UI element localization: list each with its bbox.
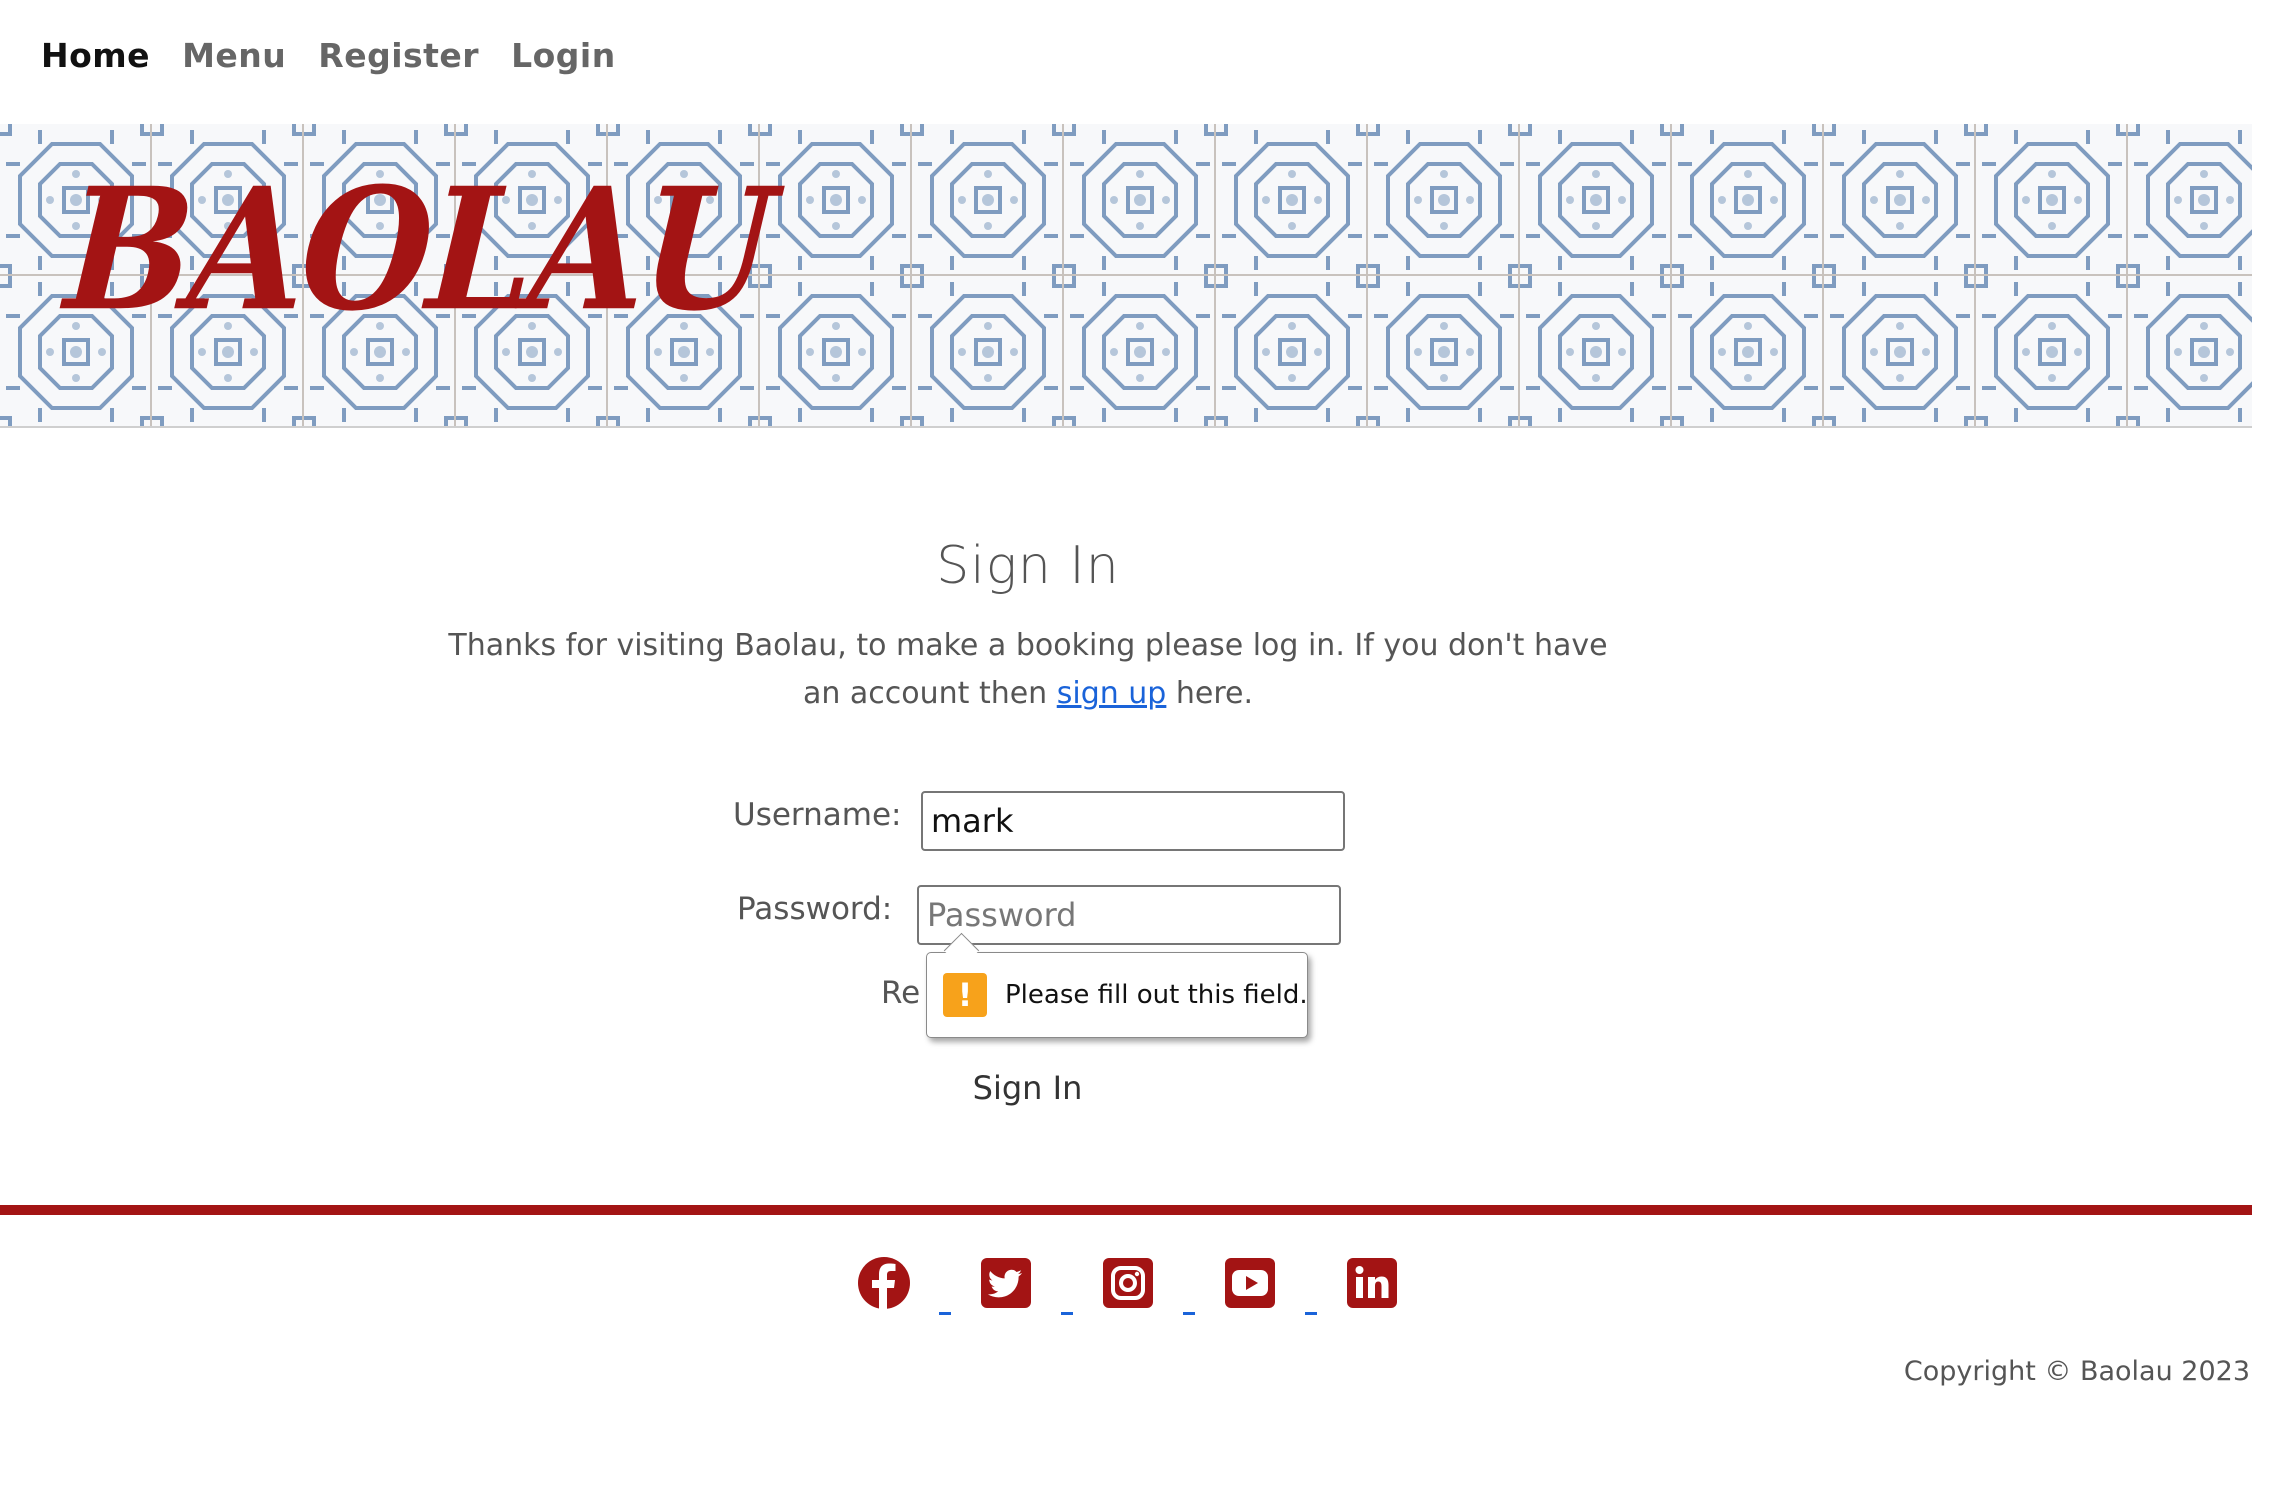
intro-text-after: here. xyxy=(1166,676,1254,711)
username-label: Username: xyxy=(733,797,902,833)
password-input[interactable] xyxy=(917,885,1341,945)
linkedin-icon xyxy=(1347,1258,1397,1308)
nav-register-link[interactable]: Register xyxy=(318,36,479,75)
facebook-link[interactable] xyxy=(856,1255,912,1311)
sign-up-link[interactable]: sign up xyxy=(1057,676,1167,711)
validation-message: Please fill out this field. xyxy=(1005,980,1308,1010)
nav-home-link[interactable]: Home xyxy=(41,36,150,75)
twitter-link[interactable] xyxy=(978,1255,1034,1311)
facebook-icon xyxy=(858,1257,910,1309)
remember-me-label: Re xyxy=(881,975,921,1011)
nav-menu-link[interactable]: Menu xyxy=(182,36,286,75)
nav-login-link[interactable]: Login xyxy=(511,36,616,75)
copyright-text: Copyright © Baolau 2023 xyxy=(1903,1356,2250,1387)
intro-text-before: Thanks for visiting Baolau, to make a bo… xyxy=(448,628,1608,711)
instagram-icon xyxy=(1103,1258,1153,1308)
social-link-spacer xyxy=(1061,1312,1073,1315)
social-link-spacer xyxy=(1183,1312,1195,1315)
youtube-link[interactable] xyxy=(1222,1255,1278,1311)
brand-logo: BAOLAU xyxy=(60,151,776,349)
twitter-icon xyxy=(981,1258,1031,1308)
linkedin-link[interactable] xyxy=(1344,1255,1400,1311)
validation-tooltip: ! Please fill out this field. xyxy=(926,932,1308,1038)
username-input[interactable] xyxy=(921,791,1345,851)
social-link-spacer xyxy=(939,1312,951,1315)
password-label: Password: xyxy=(737,891,893,927)
youtube-icon xyxy=(1225,1258,1275,1308)
intro-text: Thanks for visiting Baolau, to make a bo… xyxy=(430,622,1626,718)
page-title: Sign In xyxy=(936,536,1120,596)
footer-divider xyxy=(0,1205,2252,1215)
warning-icon: ! xyxy=(943,973,987,1017)
instagram-link[interactable] xyxy=(1100,1255,1156,1311)
sign-in-button[interactable]: Sign In xyxy=(940,1063,1115,1113)
social-link-spacer xyxy=(1305,1312,1317,1315)
main-nav: Home Menu Register Login xyxy=(41,30,616,80)
social-links xyxy=(856,1255,1400,1315)
